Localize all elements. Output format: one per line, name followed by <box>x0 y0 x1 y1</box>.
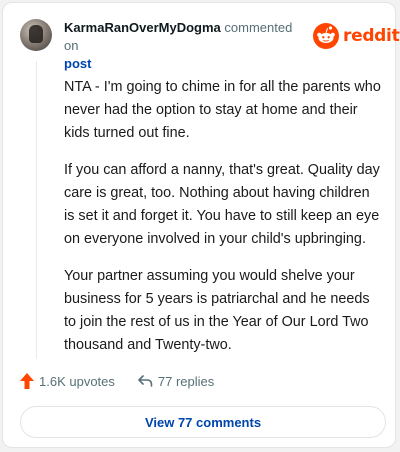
comment-paragraph: Your partner assuming you would shelve y… <box>64 268 370 353</box>
reply-count: 77 replies <box>157 373 215 389</box>
post-link[interactable]: post <box>64 56 91 71</box>
comment-actions: 1.6K upvotes 77 replies <box>20 373 214 389</box>
reddit-logo[interactable]: reddit <box>313 23 400 49</box>
upvote-button[interactable]: 1.6K upvotes <box>20 373 115 389</box>
comment-paragraph: NTA - I'm going to chime in for all the … <box>64 79 381 141</box>
upvote-count: 1.6K upvotes <box>39 373 115 389</box>
thread-line <box>36 61 37 359</box>
reddit-wordmark: reddit <box>343 26 400 46</box>
upvote-arrow-icon <box>20 373 34 389</box>
reply-arrow-icon <box>138 375 153 387</box>
username[interactable]: KarmaRanOverMyDogma <box>64 20 221 35</box>
comment-paragraph: If you can afford a nanny, that's great.… <box>64 162 380 247</box>
view-comments-label: View 77 comments <box>144 414 262 430</box>
replies-button[interactable]: 77 replies <box>137 374 214 389</box>
reddit-snoo-icon <box>313 23 339 49</box>
user-avatar[interactable] <box>20 19 52 51</box>
view-comments-button[interactable]: View 77 comments <box>20 406 386 438</box>
comment-header: KarmaRanOverMyDogma commented on post <box>64 19 302 73</box>
comment-card: KarmaRanOverMyDogma commented on post re… <box>2 2 400 448</box>
comment-body: NTA - I'm going to chime in for all the … <box>64 76 382 371</box>
avatar-figure <box>29 25 43 43</box>
